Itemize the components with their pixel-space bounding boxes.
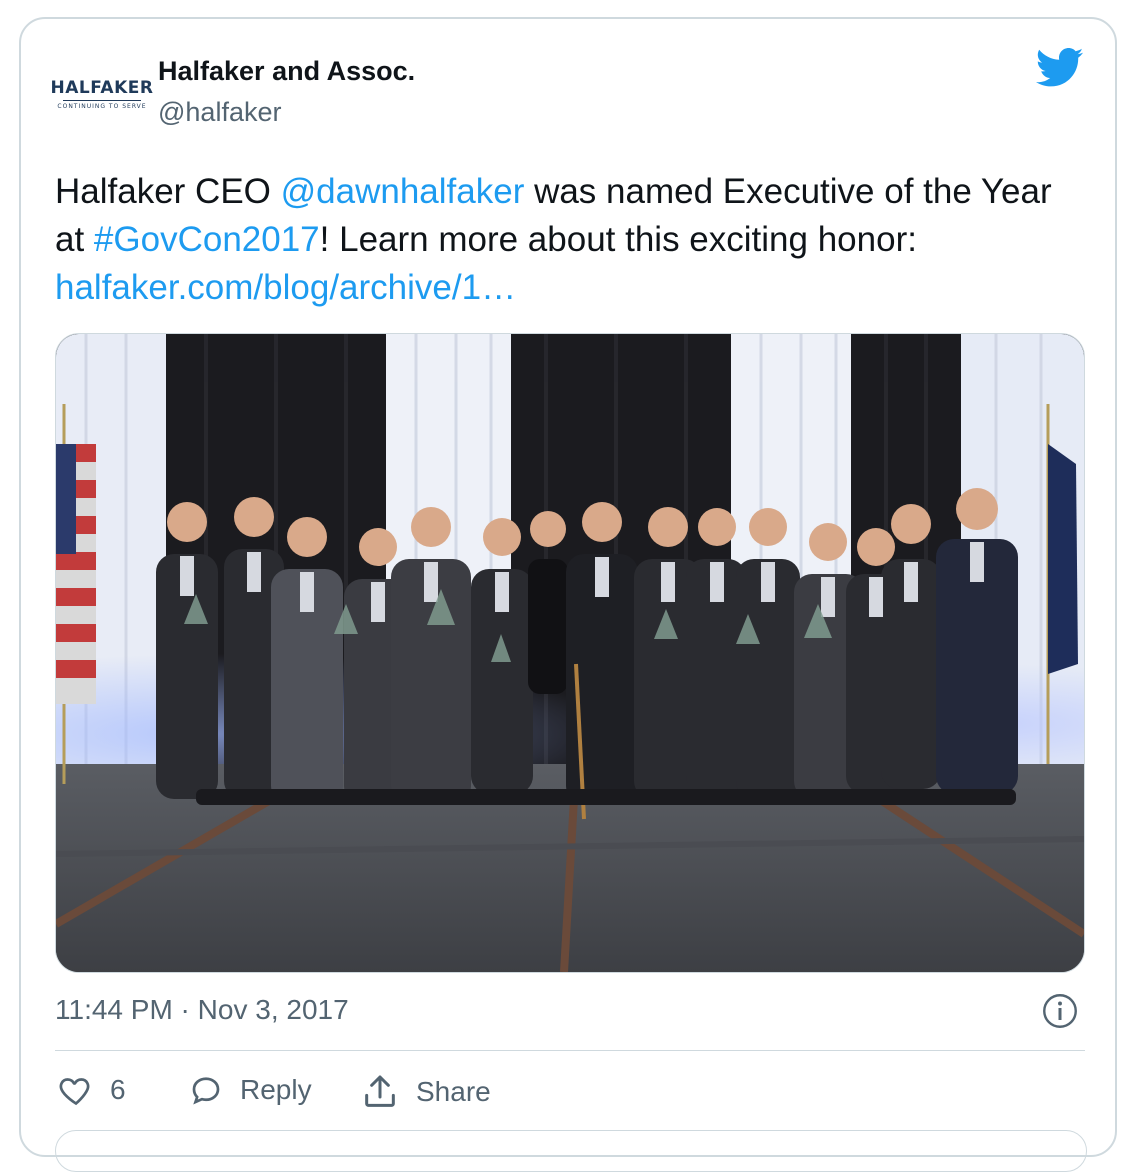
reply-button[interactable]: Reply	[188, 1072, 312, 1108]
heart-icon	[59, 1078, 90, 1106]
read-more-button[interactable]	[55, 1130, 1087, 1172]
reply-label: Reply	[240, 1074, 312, 1105]
divider	[55, 1050, 1085, 1051]
mention-link[interactable]: @dawnhalfaker	[281, 172, 525, 211]
group-photo-illustration	[56, 334, 1084, 972]
tweet-photo[interactable]	[55, 333, 1085, 973]
tweet-text-part: ! Learn more about this exciting honor:	[319, 220, 917, 259]
timestamp-time: 11:44 PM	[55, 994, 173, 1025]
avatar[interactable]: HALFAKER CONTINUING TO SERVE	[51, 48, 153, 140]
avatar-logo-tagline: CONTINUING TO SERVE	[57, 103, 147, 110]
timestamp-separator: ·	[172, 994, 198, 1025]
share-upload-icon	[365, 1075, 395, 1107]
avatar-logo-rule	[63, 100, 141, 101]
like-count: 6	[110, 1074, 126, 1105]
tweet-text-part: Halfaker CEO	[55, 172, 281, 211]
twitter-bird-icon[interactable]	[1036, 48, 1084, 88]
share-button[interactable]: Share	[360, 1072, 491, 1112]
author-name[interactable]: Halfaker and Assoc.	[158, 56, 415, 87]
share-label: Share	[416, 1076, 491, 1107]
timestamp-date: Nov 3, 2017	[197, 994, 349, 1025]
timestamp[interactable]: 11:44 PM · Nov 3, 2017	[55, 994, 349, 1026]
tweet-text: Halfaker CEO @dawnhalfaker was named Exe…	[55, 168, 1085, 312]
hashtag-link[interactable]: #GovCon2017	[94, 220, 320, 259]
like-button[interactable]: 6	[58, 1072, 126, 1108]
author-handle[interactable]: @halfaker	[158, 97, 281, 128]
avatar-logo-text: HALFAKER	[50, 78, 154, 98]
url-link[interactable]: halfaker.com/blog/archive/1…	[55, 268, 516, 307]
speech-bubble-icon	[192, 1077, 220, 1105]
info-icon[interactable]	[1042, 993, 1078, 1029]
